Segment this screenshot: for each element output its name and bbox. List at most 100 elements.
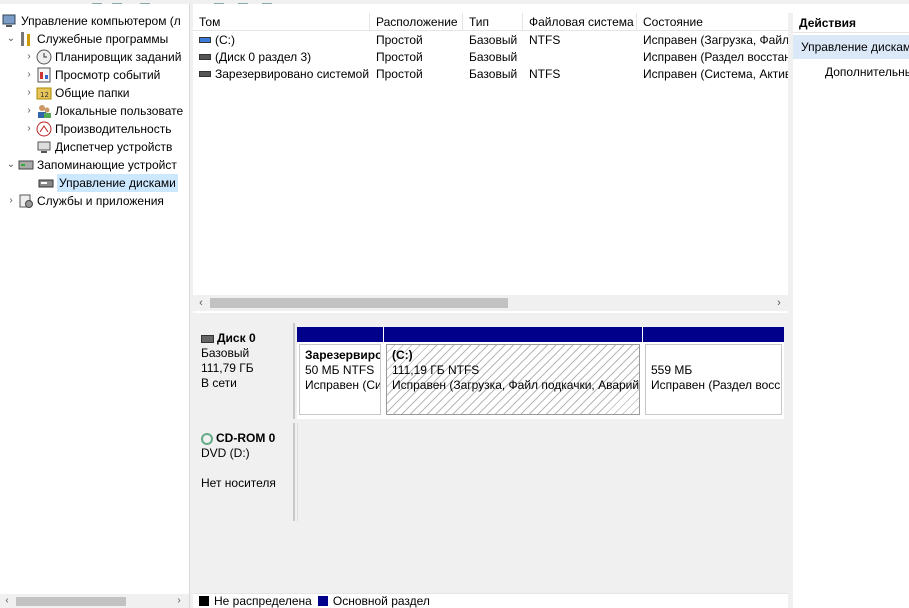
actions-group-disk-management[interactable]: Управление дисками [793,35,909,59]
type-cell: Базовый [469,67,518,81]
filesystem-cell [523,49,637,66]
actions-pane: Действия Управление дисками Дополнительн… [793,13,909,608]
type-cell: Базовый [469,33,518,47]
partition-status: Исправен (Раздел восс [651,378,781,392]
partition-name: (C:) [392,348,413,362]
volume-name: (C:) [215,33,235,47]
column-header-type[interactable]: Тип [463,13,523,31]
tree-item-label: Планировщик заданий [55,50,182,64]
hard-disk-icon [201,334,214,343]
tree-item-event-viewer[interactable]: › Просмотр событий [22,66,160,84]
table-row[interactable]: (C:) Простой Базовый NTFS Исправен (Загр… [193,32,788,49]
tree-item-root[interactable]: Управление компьютером (л [2,12,181,30]
volume-icon [199,53,211,60]
tree-item-label: Диспетчер устройств [55,140,173,154]
partition-bar [643,327,784,342]
performance-icon [36,121,52,137]
volume-name-cell: Зарезервировано системой [193,66,370,83]
chevron-right-icon[interactable]: › [22,120,36,138]
cdrom-state: Нет носителя [201,476,276,490]
toolbar-icon[interactable] [238,0,248,4]
partition-bar [384,327,642,342]
table-row[interactable]: (Диск 0 раздел 3) Простой Базовый Исправ… [193,49,788,66]
type-cell: Базовый [469,50,518,64]
tree-item-device-manager[interactable]: Диспетчер устройств [36,138,172,156]
legend-label: Основной раздел [332,594,430,608]
tree-item-label: Производительность [55,122,172,136]
column-header-filesystem[interactable]: Файловая система [523,13,637,31]
volume-list: Том Расположение Тип Файловая система Со… [193,13,788,313]
partition-body: (C:) 111,19 ГБ NTFS Исправен (Загрузка, … [386,344,640,415]
shared-folder-icon: 12 [36,85,52,101]
volume-list-header: Том Расположение Тип Файловая система Со… [193,13,788,31]
scrollbar-thumb[interactable] [16,597,126,606]
scroll-right-icon[interactable]: › [172,594,186,608]
tree-item-storage[interactable]: ⌄ Запоминающие устройст [4,156,177,174]
volume-name: (Диск 0 раздел 3) [215,50,312,64]
partition-recovery[interactable]: 559 МБ Исправен (Раздел восс [643,327,784,417]
tree-item-shared-folders[interactable]: › 12 Общие папки [22,84,129,102]
chevron-right-icon[interactable]: › [22,84,36,102]
tree-item-disk-management[interactable]: Управление дисками [38,174,178,192]
tree-item-local-users[interactable]: › Локальные пользовате [22,102,183,120]
services-icon [18,193,34,209]
clock-icon [36,49,52,65]
tree-item-label: Просмотр событий [55,68,161,82]
scrollbar-thumb[interactable] [210,298,508,308]
tree-item-label: Запоминающие устройст [37,158,177,172]
chevron-right-icon[interactable]: › [22,66,36,84]
status-cell: Исправен (Загрузка, Файл [643,33,788,47]
column-header-status[interactable]: Состояние [637,13,788,31]
disk-state: В сети [201,376,237,390]
partition-body: 559 МБ Исправен (Раздел восс [645,344,782,415]
volume-name-cell: (C:) [193,32,370,49]
partition-status: Исправен (Загрузка, Файл подкачки, Авари… [392,378,640,392]
tree-item-label: Служебные программы [37,32,169,46]
volume-icon [199,70,211,77]
layout-cell: Простой [376,50,423,64]
partition-reserved[interactable]: Зарезервиро 50 МБ NTFS Исправен (Си [297,327,383,417]
chevron-right-icon[interactable]: › [22,102,36,120]
cd-icon [201,432,213,445]
partition-c[interactable]: (C:) 111,19 ГБ NTFS Исправен (Загрузка, … [384,327,642,417]
tree-item-scheduler[interactable]: › Планировщик заданий [22,48,181,66]
event-log-icon [36,67,52,83]
partition-bar [297,327,383,342]
disk-0-label[interactable]: Диск 0 Базовый 111,79 ГБ В сети [193,323,295,419]
scroll-left-icon[interactable]: ‹ [193,295,209,311]
table-row[interactable]: Зарезервировано системой Простой Базовый… [193,66,788,83]
disk-0-partitions: Зарезервиро 50 МБ NTFS Исправен (Си (C:)… [297,327,784,419]
computer-management-icon [2,13,18,29]
column-header-layout[interactable]: Расположение [370,13,463,31]
volume-list-horizontal-scrollbar[interactable]: ‹ › [193,295,788,311]
tree-item-services-apps[interactable]: › Службы и приложения [4,192,164,210]
legend-primary: Основной раздел [317,594,430,608]
tree-item-system-tools[interactable]: ⌄ Служебные программы [4,30,168,48]
disk-name-text: CD-ROM 0 [216,431,276,445]
toolbar-icon[interactable] [262,0,272,4]
chevron-right-icon[interactable]: › [22,48,36,66]
device-manager-icon [36,139,52,155]
disk-name-text: Диск 0 [217,331,256,345]
column-header-volume[interactable]: Том [193,13,370,31]
filesystem-cell: NTFS [529,33,561,47]
chevron-down-icon[interactable]: ⌄ [4,30,18,48]
more-actions-link[interactable]: Дополнительные действия [825,63,909,81]
partition-size: 559 МБ [651,363,693,377]
disk-name: Диск 0 [201,331,285,346]
toolbar-icon[interactable] [214,0,224,4]
tree-item-performance[interactable]: › Производительность [22,120,171,138]
cdrom-0-label[interactable]: CD-ROM 0 DVD (D:) Нет носителя [193,423,295,521]
chevron-down-icon[interactable]: ⌄ [4,156,18,174]
cdrom-0-area[interactable] [297,423,788,521]
tree-horizontal-scrollbar[interactable]: ‹ › [0,594,190,608]
tree-item-label: Управление дисками [57,174,178,192]
disk-size: 111,79 ГБ [201,361,254,375]
scroll-left-icon[interactable]: ‹ [0,594,14,608]
chevron-right-icon[interactable]: › [4,192,18,210]
tree-item-label: Общие папки [55,86,130,100]
scroll-right-icon[interactable]: › [771,295,787,311]
pane-splitter[interactable] [193,313,788,323]
tools-icon [18,31,34,47]
disk-graphical-view: Диск 0 Базовый 111,79 ГБ В сети Зарезерв… [193,323,788,593]
